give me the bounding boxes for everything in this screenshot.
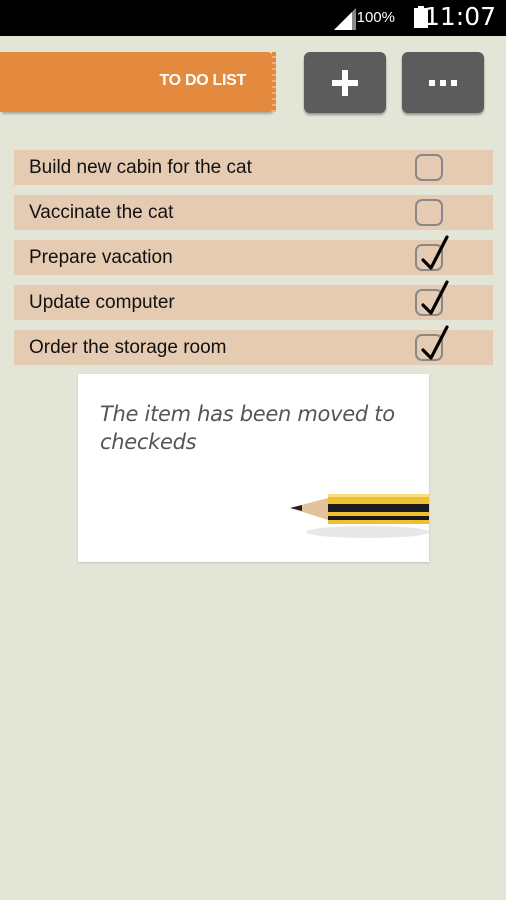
list-item[interactable]: Order the storage room xyxy=(14,325,493,365)
item-label: Vaccinate the cat xyxy=(29,202,174,223)
signal-icon xyxy=(334,8,356,30)
status-bar: 100% 11:07 xyxy=(0,0,506,36)
title-tab: TO DO LIST xyxy=(0,52,276,112)
toast-text: The item has been moved to checkeds xyxy=(100,402,395,454)
list-item[interactable]: Vaccinate the cat xyxy=(14,195,493,230)
todo-list: Build new cabin for the cat Vaccinate th… xyxy=(14,150,493,375)
list-item[interactable]: Update computer xyxy=(14,280,493,320)
more-options-button[interactable] xyxy=(402,52,484,113)
checkmark-icon xyxy=(421,280,449,315)
list-item[interactable]: Prepare vacation xyxy=(14,235,493,275)
item-label: Prepare vacation xyxy=(29,247,173,268)
add-item-button[interactable] xyxy=(304,52,386,113)
plus-icon xyxy=(332,69,358,96)
pencil-icon xyxy=(290,494,429,538)
list-item[interactable]: Build new cabin for the cat xyxy=(14,150,493,185)
more-icon xyxy=(429,79,457,86)
item-checkbox[interactable] xyxy=(415,154,443,181)
checkmark-icon xyxy=(421,325,449,360)
item-checkbox[interactable] xyxy=(415,199,443,226)
item-label: Order the storage room xyxy=(29,337,227,358)
checkmark-icon xyxy=(421,235,449,270)
battery-percent: 100% xyxy=(356,9,395,26)
item-label: Build new cabin for the cat xyxy=(29,157,252,178)
toast-message: The item has been moved to checkeds xyxy=(78,374,429,562)
clock: 11:07 xyxy=(423,2,496,31)
page-title: TO DO LIST xyxy=(159,72,247,89)
item-label: Update computer xyxy=(29,292,175,313)
